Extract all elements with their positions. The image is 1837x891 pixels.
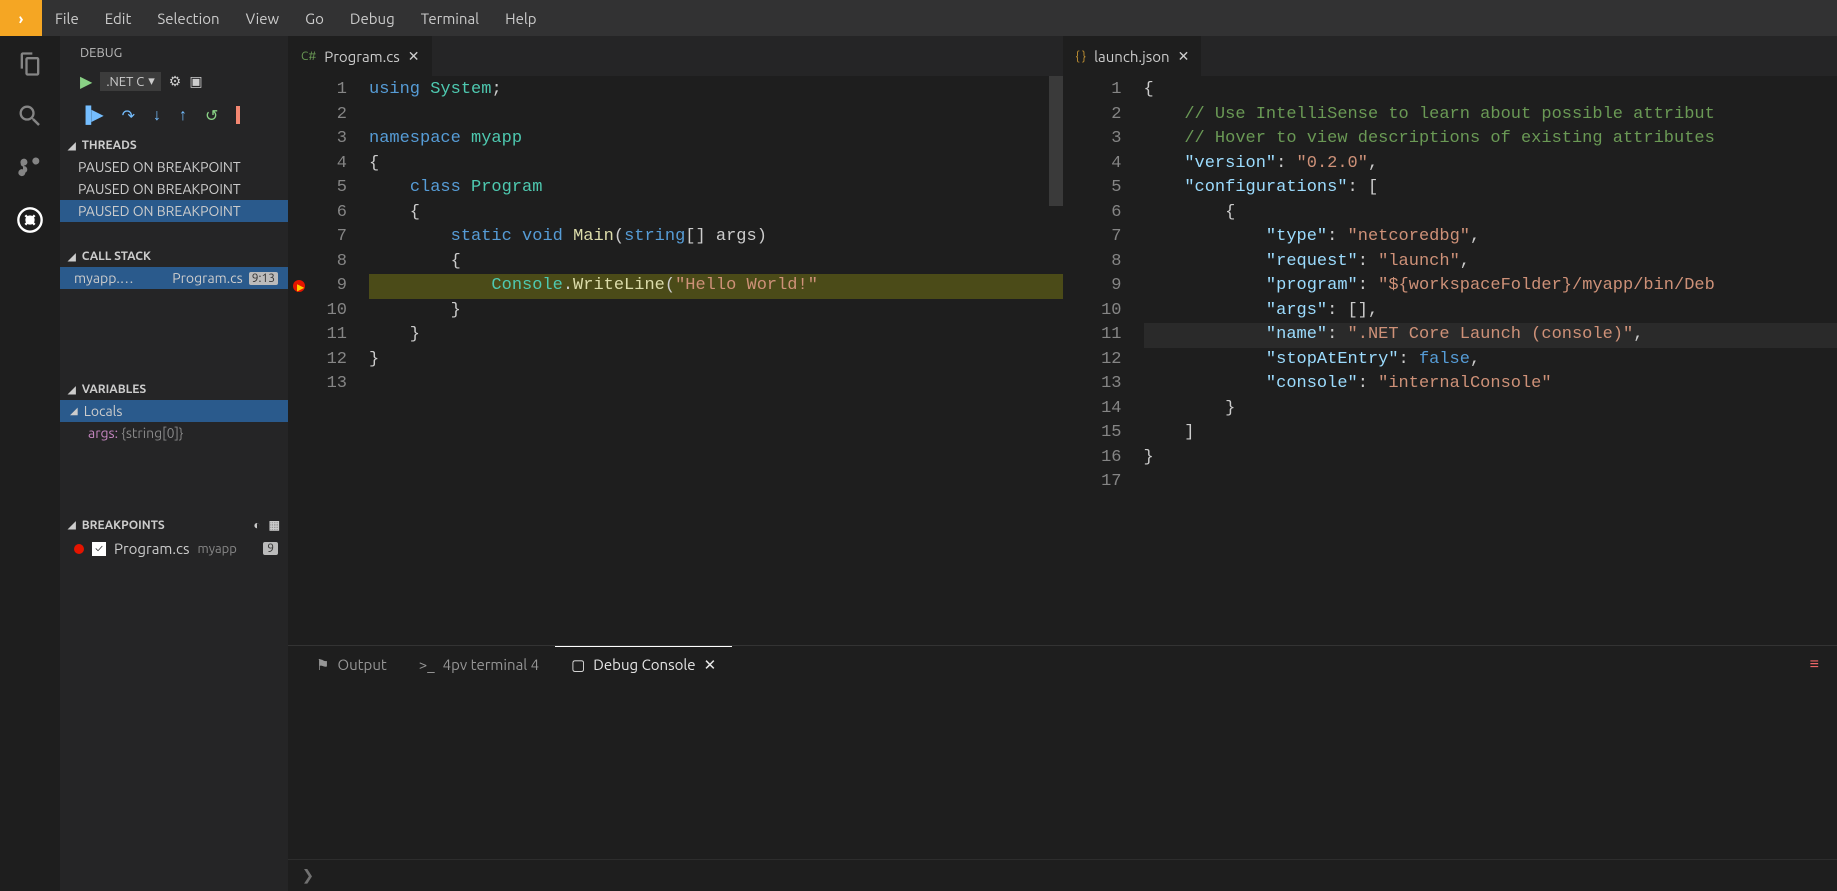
panel-tab-debug-console[interactable]: ▢Debug Console✕ (555, 646, 732, 683)
continue-icon[interactable]: ▐▶ (80, 105, 104, 125)
menu-help[interactable]: Help (492, 0, 549, 36)
editor-pane-left: C# Program.cs ✕ 123456789▶10111213 using… (288, 36, 1063, 645)
gear-icon[interactable]: ⚙ (169, 73, 182, 90)
debug-icon[interactable] (14, 204, 46, 236)
breakpoint-row[interactable]: ✓ Program.cs myapp 9 (60, 536, 288, 561)
threads-header[interactable]: ◢THREADS (60, 135, 288, 156)
breakpoints-header[interactable]: ◢BREAKPOINTS ◐▦ (60, 514, 288, 536)
bp-toggle-icon[interactable]: ◐ (253, 518, 260, 532)
menu-debug[interactable]: Debug (337, 0, 408, 36)
panel-tab-4pv-terminal-4[interactable]: >_4pv terminal 4 (403, 646, 555, 683)
close-icon[interactable]: ✕ (408, 48, 420, 65)
close-icon[interactable]: ✕ (1178, 48, 1190, 65)
close-icon[interactable]: ✕ (704, 656, 717, 674)
panel-body[interactable] (288, 684, 1837, 859)
menu-edit[interactable]: Edit (92, 0, 145, 36)
debug-actions: ▐▶ ↷ ↓ ↑ ↺ (60, 99, 288, 135)
start-debug-icon[interactable]: ▶ (80, 72, 92, 91)
step-over-icon[interactable]: ↷ (122, 106, 135, 125)
callstack-header[interactable]: ◢CALL STACK (60, 246, 288, 267)
json-icon: { } (1076, 50, 1087, 63)
csharp-icon: C# (301, 50, 316, 63)
tab-bar: { } launch.json ✕ (1064, 36, 1837, 76)
step-out-icon[interactable]: ↑ (179, 106, 187, 125)
thread-item[interactable]: PAUSED ON BREAKPOINT (60, 156, 288, 178)
restart-icon[interactable]: ↺ (205, 106, 218, 125)
thread-item[interactable]: PAUSED ON BREAKPOINT (60, 178, 288, 200)
search-icon[interactable] (14, 100, 46, 132)
tab-program-cs[interactable]: C# Program.cs ✕ (289, 36, 433, 76)
config-dropdown[interactable]: .NET C ▾ (100, 72, 160, 91)
code-editor[interactable]: 1234567891011121314151617 { // Use Intel… (1064, 76, 1837, 645)
sidebar-title: DEBUG (60, 36, 288, 68)
thread-item[interactable]: PAUSED ON BREAKPOINT (60, 200, 288, 222)
panel-action-icon[interactable]: ≡ (1810, 655, 1837, 674)
panel-tab-output[interactable]: ⚑Output (300, 646, 403, 683)
bp-remove-icon[interactable]: ▦ (269, 518, 280, 532)
menu-file[interactable]: File (42, 0, 92, 36)
minimap[interactable] (1049, 76, 1063, 206)
breakpoint-dot-icon (74, 544, 84, 554)
callstack-item[interactable]: myapp.… Program.cs 9:13 (60, 267, 288, 289)
menubar: › FileEditSelectionViewGoDebugTerminalHe… (0, 0, 1837, 36)
menu-go[interactable]: Go (292, 0, 337, 36)
breakpoint-checkbox[interactable]: ✓ (92, 542, 106, 556)
debug-sidebar: DEBUG ▶ .NET C ▾ ⚙ ▣ ▐▶ ↷ ↓ ↑ ↺ ◢THREADS… (60, 36, 288, 891)
debug-console-input[interactable]: ❯ (288, 859, 1837, 891)
editor-pane-right: { } launch.json ✕ 1234567891011121314151… (1063, 36, 1837, 645)
menu-selection[interactable]: Selection (144, 0, 232, 36)
variables-header[interactable]: ◢VARIABLES (60, 379, 288, 400)
activitybar (0, 36, 60, 891)
tab-launch-json[interactable]: { } launch.json ✕ (1064, 36, 1203, 76)
menu-terminal[interactable]: Terminal (408, 0, 492, 36)
locals-header[interactable]: ◢Locals (60, 400, 288, 422)
panel-tabs: ⚑Output>_4pv terminal 4▢Debug Console✕ ≡ (288, 646, 1837, 684)
app-logo: › (0, 0, 42, 36)
bottom-panel: ⚑Output>_4pv terminal 4▢Debug Console✕≡ … (288, 645, 1837, 891)
stop-icon[interactable] (236, 106, 240, 124)
code-editor[interactable]: 123456789▶10111213 using System;namespac… (289, 76, 1063, 645)
variable-row[interactable]: args: {string[0]} (60, 422, 288, 444)
files-icon[interactable] (14, 48, 46, 80)
tab-bar: C# Program.cs ✕ (289, 36, 1063, 76)
source-control-icon[interactable] (14, 152, 46, 184)
menu-view[interactable]: View (233, 0, 293, 36)
debug-console-icon[interactable]: ▣ (189, 73, 202, 90)
step-into-icon[interactable]: ↓ (153, 106, 161, 125)
debug-toolbar: ▶ .NET C ▾ ⚙ ▣ (60, 68, 288, 99)
